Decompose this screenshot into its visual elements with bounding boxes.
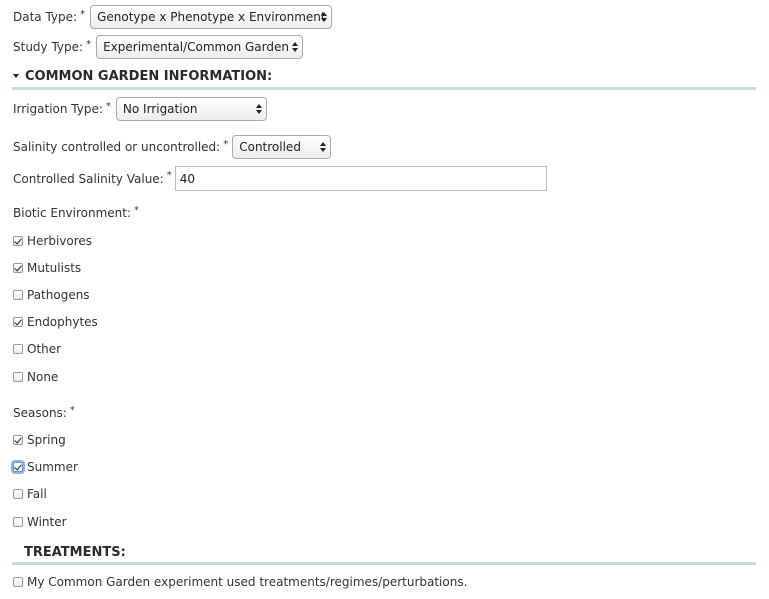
- required-marker: *: [69, 404, 75, 416]
- data-type-value: Genotype x Phenotype x Environment: [97, 10, 326, 24]
- treatments-option[interactable]: My Common Garden experiment used treatme…: [13, 574, 467, 590]
- required-marker: *: [134, 204, 140, 216]
- checkbox[interactable]: [13, 290, 23, 300]
- caret-down-icon: [13, 74, 19, 78]
- salinity-value-row: Controlled Salinity Value: * 40: [13, 166, 547, 191]
- biotic-endophytes[interactable]: Endophytes: [13, 314, 98, 330]
- required-marker: *: [86, 38, 92, 50]
- season-option-label: Summer: [27, 460, 78, 474]
- salinity-label: Salinity controlled or uncontrolled:: [13, 140, 221, 154]
- checkbox[interactable]: [13, 236, 23, 246]
- season-spring[interactable]: Spring: [13, 432, 66, 448]
- data-type-label: Data Type:: [13, 10, 78, 24]
- biotic-option-label: Herbivores: [27, 234, 93, 248]
- checkbox[interactable]: [13, 344, 23, 354]
- select-arrows-icon: [292, 42, 299, 52]
- data-type-row: Data Type: * Genotype x Phenotype x Envi…: [13, 5, 333, 29]
- season-summer[interactable]: Summer: [13, 459, 78, 475]
- biotic-pathogens[interactable]: Pathogens: [13, 287, 90, 303]
- study-type-row: Study Type: * Experimental/Common Garden: [13, 35, 304, 59]
- required-marker: *: [166, 170, 172, 181]
- salinity-row: Salinity controlled or uncontrolled: * C…: [13, 135, 332, 159]
- season-option-label: Fall: [27, 487, 47, 501]
- irrigation-row: Irrigation Type: * No Irrigation: [13, 97, 267, 121]
- common-garden-title: COMMON GARDEN INFORMATION:: [25, 68, 273, 84]
- season-fall[interactable]: Fall: [13, 486, 47, 502]
- biotic-label-row: Biotic Environment: *: [13, 205, 139, 221]
- biotic-option-label: None: [27, 370, 59, 384]
- biotic-label: Biotic Environment:: [13, 206, 132, 220]
- select-arrows-icon: [321, 12, 328, 22]
- checkbox[interactable]: [13, 435, 23, 445]
- checkbox[interactable]: [13, 517, 23, 527]
- salinity-value: Controlled: [239, 140, 301, 154]
- biotic-none[interactable]: None: [13, 369, 58, 385]
- season-winter[interactable]: Winter: [13, 514, 67, 530]
- required-marker: *: [80, 8, 86, 20]
- checkbox[interactable]: [13, 462, 23, 472]
- select-arrows-icon: [255, 104, 262, 114]
- section-divider: [12, 562, 756, 565]
- seasons-label: Seasons:: [13, 406, 67, 420]
- season-option-label: Winter: [27, 515, 67, 529]
- study-type-label: Study Type:: [13, 40, 84, 54]
- checkbox[interactable]: [13, 263, 23, 273]
- checkbox[interactable]: [13, 489, 23, 499]
- treatments-header: TREATMENTS:: [24, 543, 126, 561]
- biotic-herbivores[interactable]: Herbivores: [13, 233, 92, 249]
- irrigation-select[interactable]: No Irrigation: [115, 97, 267, 121]
- common-garden-toggle[interactable]: COMMON GARDEN INFORMATION:: [13, 67, 272, 85]
- data-type-select[interactable]: Genotype x Phenotype x Environment: [90, 5, 333, 29]
- biotic-option-label: Other: [27, 342, 62, 356]
- biotic-other[interactable]: Other: [13, 341, 61, 357]
- season-option-label: Spring: [27, 433, 66, 447]
- required-marker: *: [105, 100, 111, 112]
- salinity-value-input[interactable]: 40: [174, 166, 547, 191]
- seasons-label-row: Seasons: *: [13, 405, 75, 421]
- salinity-select[interactable]: Controlled: [232, 135, 332, 159]
- section-divider: [12, 87, 756, 90]
- biotic-option-label: Mutulists: [27, 261, 82, 275]
- checkbox[interactable]: [13, 577, 23, 587]
- biotic-option-label: Endophytes: [27, 315, 98, 329]
- biotic-mutulists[interactable]: Mutulists: [13, 260, 81, 276]
- study-type-select[interactable]: Experimental/Common Garden: [96, 35, 304, 59]
- salinity-value-text: 40: [179, 171, 196, 186]
- treatments-title: TREATMENTS:: [24, 544, 126, 560]
- select-arrows-icon: [320, 142, 327, 152]
- checkbox[interactable]: [13, 372, 23, 382]
- study-type-value: Experimental/Common Garden: [103, 40, 289, 54]
- salinity-value-label: Controlled Salinity Value:: [13, 171, 164, 186]
- checkbox[interactable]: [13, 317, 23, 327]
- treatments-option-label: My Common Garden experiment used treatme…: [27, 575, 468, 589]
- irrigation-value: No Irrigation: [122, 102, 198, 116]
- irrigation-label: Irrigation Type:: [13, 102, 103, 116]
- required-marker: *: [223, 138, 229, 150]
- biotic-option-label: Pathogens: [27, 288, 90, 302]
